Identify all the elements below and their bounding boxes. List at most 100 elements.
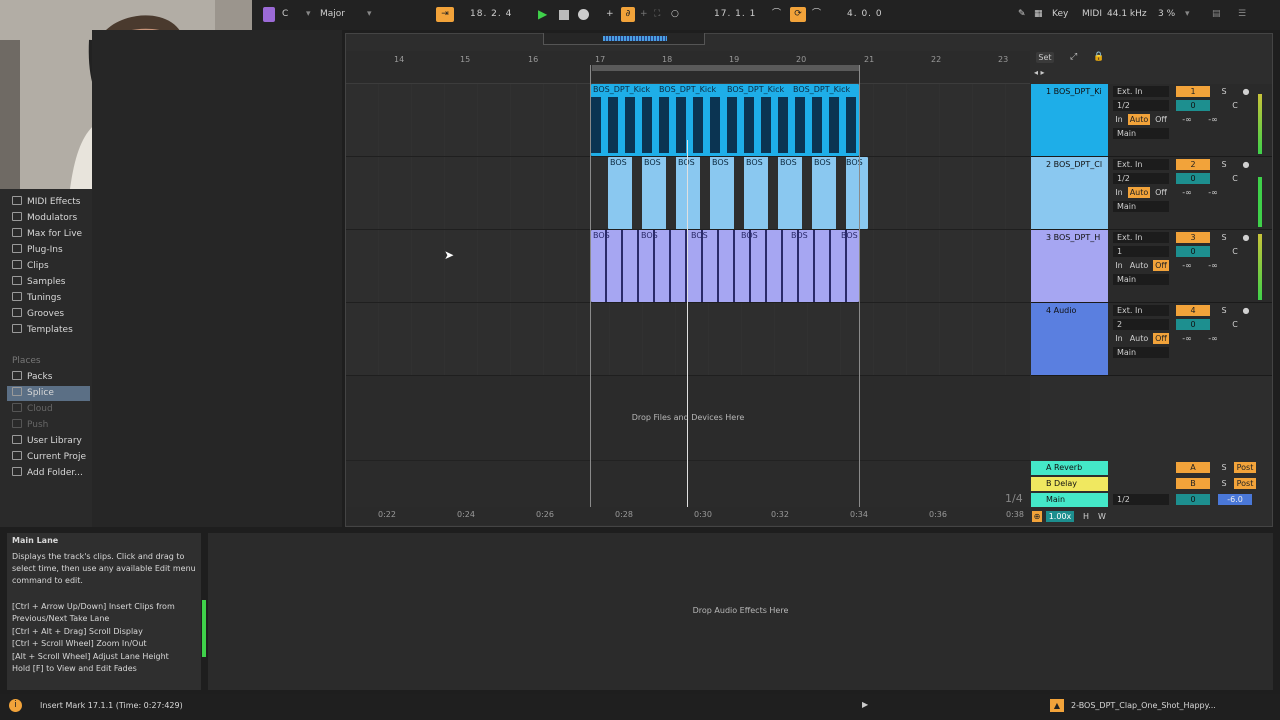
pan-value[interactable]: C: [1218, 246, 1252, 257]
draw-mode-icon[interactable]: ✎: [1018, 7, 1026, 22]
monitor-auto[interactable]: Auto: [1128, 114, 1150, 125]
monitor-in[interactable]: In: [1113, 333, 1125, 344]
track-lane[interactable]: BOS BOS BOS BOS BOS BOS: [346, 230, 1030, 303]
monitor-auto[interactable]: Auto: [1128, 333, 1150, 344]
arm-icon[interactable]: ●: [1240, 305, 1252, 316]
add-icon[interactable]: +: [606, 7, 614, 22]
monitor-off[interactable]: Off: [1153, 187, 1169, 198]
return-a-solo[interactable]: S: [1218, 462, 1230, 473]
scale-icon[interactable]: [263, 7, 275, 22]
place-user-library[interactable]: User Library: [12, 434, 82, 449]
automation-arm-icon[interactable]: ∂: [621, 7, 635, 22]
track-header-4[interactable]: 4 Audio: [1031, 303, 1108, 376]
browser-item-templates[interactable]: Templates: [12, 323, 73, 338]
monitor-off[interactable]: Off: [1153, 114, 1169, 125]
main-channel-select[interactable]: 1/2: [1113, 494, 1169, 505]
grid-fraction[interactable]: 1/4: [1005, 492, 1023, 505]
send-b-value[interactable]: -∞: [1202, 333, 1224, 344]
drop-area[interactable]: Drop Files and Devices Here: [346, 376, 1030, 460]
pan-value[interactable]: C: [1218, 173, 1252, 184]
browser-item-plug-ins[interactable]: Plug-Ins: [12, 243, 63, 258]
track-lane[interactable]: [346, 303, 1030, 376]
loop-region-icon[interactable]: ⛶: [654, 7, 660, 22]
main-volume[interactable]: 0: [1176, 494, 1210, 505]
place-splice[interactable]: Splice: [7, 386, 90, 401]
input-type-select[interactable]: Ext. In: [1113, 305, 1169, 316]
place-packs[interactable]: Packs: [12, 370, 52, 385]
lock-icon[interactable]: 🔒: [1093, 52, 1104, 62]
track-header-3[interactable]: 3 BOS_DPT_H: [1031, 230, 1108, 303]
return-track-a[interactable]: A Reverb: [1031, 461, 1108, 475]
device-view[interactable]: Drop Audio Effects Here: [208, 533, 1273, 690]
browser-item-clips[interactable]: Clips: [12, 259, 49, 274]
arm-icon[interactable]: ●: [1240, 159, 1252, 170]
place-push[interactable]: Push: [12, 418, 48, 433]
browser-item-samples[interactable]: Samples: [12, 275, 65, 290]
play-button[interactable]: ▶: [538, 7, 547, 22]
input-channel-select[interactable]: 1/2: [1113, 173, 1169, 184]
send-a-value[interactable]: -∞: [1176, 114, 1198, 125]
monitor-in[interactable]: In: [1113, 114, 1125, 125]
send-a-value[interactable]: -∞: [1176, 187, 1198, 198]
punch-out-icon[interactable]: ⌒: [812, 7, 821, 22]
info-icon[interactable]: i: [9, 699, 22, 712]
zoom-icon[interactable]: ⊕: [1032, 511, 1042, 522]
browser-item-tunings[interactable]: Tunings: [12, 291, 61, 306]
monitor-in[interactable]: In: [1113, 260, 1125, 271]
track-header-1[interactable]: 1 BOS_DPT_Ki: [1031, 84, 1108, 157]
monitor-off[interactable]: Off: [1153, 260, 1169, 271]
metronome-icon[interactable]: ○: [671, 7, 679, 22]
return-a-post[interactable]: Post: [1234, 462, 1256, 473]
input-type-select[interactable]: Ext. In: [1113, 232, 1169, 243]
browser-item-midi-effects[interactable]: MIDI Effects: [12, 195, 80, 210]
send-b-value[interactable]: -∞: [1202, 187, 1224, 198]
record-button[interactable]: [578, 9, 589, 20]
monitor-in[interactable]: In: [1113, 187, 1125, 198]
solo-button[interactable]: S: [1218, 232, 1230, 243]
browser-item-grooves[interactable]: Grooves: [12, 307, 64, 322]
return-lanes[interactable]: [346, 460, 1030, 507]
output-select[interactable]: Main: [1113, 274, 1169, 285]
play-preview-icon[interactable]: ▶: [862, 700, 868, 709]
prev-locator-icon[interactable]: ◂ ▸: [1034, 68, 1045, 77]
monitor-auto[interactable]: Auto: [1128, 260, 1150, 271]
w-button[interactable]: W: [1096, 511, 1108, 522]
output-select[interactable]: Main: [1113, 128, 1169, 139]
track-header-2[interactable]: 2 BOS_DPT_Cl: [1031, 157, 1108, 230]
loop-toggle-icon[interactable]: ⟳: [790, 7, 806, 22]
clip-kick[interactable]: BOS_DPT_Kick BOS_DPT_Kick BOS_DPT_Kick B…: [591, 84, 859, 156]
track-activator[interactable]: 3: [1176, 232, 1210, 243]
send-b-value[interactable]: -∞: [1202, 260, 1224, 271]
loop-length[interactable]: 4. 0. 0: [847, 7, 897, 22]
track-activator[interactable]: 2: [1176, 159, 1210, 170]
pan-value[interactable]: C: [1218, 319, 1252, 330]
solo-button[interactable]: S: [1218, 86, 1230, 97]
input-channel-select[interactable]: 2: [1113, 319, 1169, 330]
browser-item-modulators[interactable]: Modulators: [12, 211, 77, 226]
browser-item-max-for-live[interactable]: Max for Live: [12, 227, 82, 242]
time-ruler[interactable]: 0:22 0:24 0:26 0:28 0:30 0:32 0:34 0:36 …: [346, 507, 1030, 525]
overview-strip[interactable]: [543, 33, 705, 45]
browser-content[interactable]: [92, 30, 342, 527]
punch-icon[interactable]: +: [640, 7, 648, 22]
zoom-value[interactable]: 1.00x: [1046, 511, 1074, 522]
punch-in-icon[interactable]: ⌒: [772, 7, 781, 22]
arm-icon[interactable]: ●: [1240, 232, 1252, 243]
volume-value[interactable]: 0: [1176, 319, 1210, 330]
beat-ruler[interactable]: 14 15 16 17 18 19 20 21 22 23: [346, 51, 1030, 84]
monitor-auto[interactable]: Auto: [1128, 187, 1150, 198]
monitor-off[interactable]: Off: [1153, 333, 1169, 344]
place-add-folder[interactable]: Add Folder...: [12, 466, 83, 481]
place-current-project[interactable]: Current Proje: [12, 450, 86, 465]
track-activator[interactable]: 4: [1176, 305, 1210, 316]
output-select[interactable]: Main: [1113, 347, 1169, 358]
send-a-value[interactable]: -∞: [1176, 260, 1198, 271]
track-activator[interactable]: 1: [1176, 86, 1210, 97]
clip-hat[interactable]: BOS BOS BOS BOS BOS BOS: [591, 230, 859, 302]
loop-brace[interactable]: [592, 65, 860, 71]
follow-icon[interactable]: ⇥: [436, 7, 454, 22]
return-b-activator[interactable]: B: [1176, 478, 1210, 489]
clip-clap[interactable]: BOS BOS BOS BOS BOS BOS BOS BOS: [608, 157, 868, 229]
send-b-value[interactable]: -∞: [1202, 114, 1224, 125]
send-a-value[interactable]: -∞: [1176, 333, 1198, 344]
